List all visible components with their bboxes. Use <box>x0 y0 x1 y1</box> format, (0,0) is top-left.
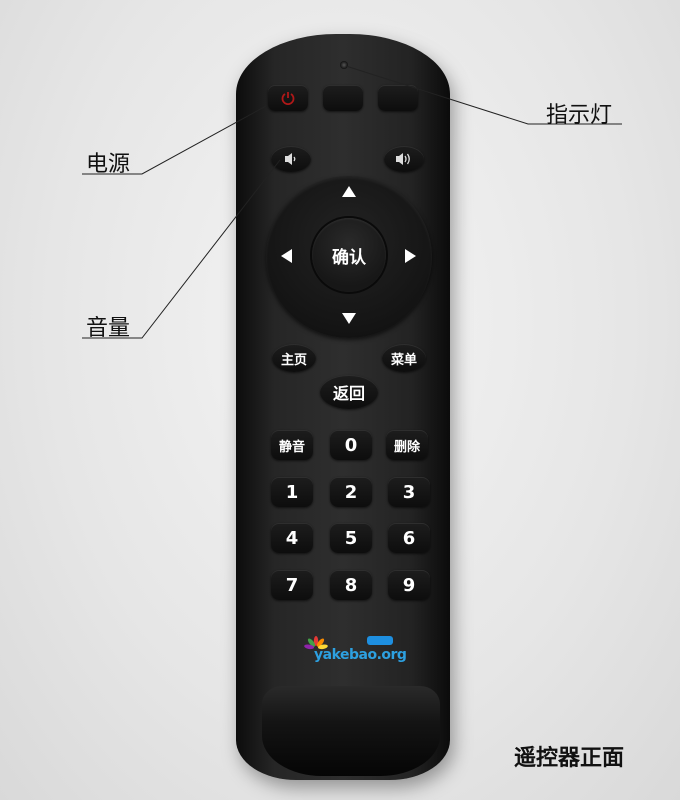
indicator-label: 指示灯 <box>546 103 613 128</box>
volume-label: 音量 <box>86 316 131 341</box>
photo-scene: 确认 主页 菜单 返回 静音 0 删除 1 2 3 4 5 6 7 8 9 ya… <box>0 0 680 800</box>
caption: 遥控器正面 <box>514 746 625 771</box>
power-label: 电源 <box>86 152 131 177</box>
